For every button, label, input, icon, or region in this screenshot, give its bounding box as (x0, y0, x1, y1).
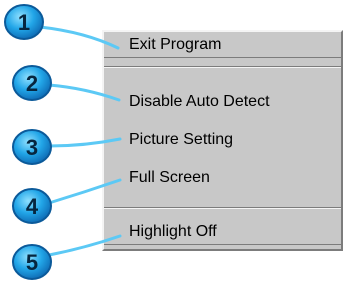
context-menu: Exit Program Disable Auto Detect Picture… (102, 30, 343, 251)
menu-item-label: Picture Setting (129, 131, 234, 148)
menu-item-highlight-off[interactable]: Highlight Off (104, 219, 341, 245)
menu-separator (104, 66, 341, 68)
menu-item-disable-auto-detect[interactable]: Disable Auto Detect (104, 89, 341, 115)
callout-badge-1: 1 (4, 4, 44, 40)
callout-number: 4 (26, 194, 39, 219)
callout-number: 3 (26, 135, 38, 160)
callout-badge-2: 2 (12, 65, 52, 101)
callout-badge-4: 4 (12, 188, 52, 224)
menu-item-full-screen[interactable]: Full Screen (104, 165, 341, 191)
callout-number: 2 (26, 71, 38, 96)
menu-item-label: Highlight Off (129, 223, 217, 240)
callout-number: 5 (26, 250, 38, 275)
menu-item-exit-program[interactable]: Exit Program (104, 32, 341, 58)
callout-badge-3: 3 (12, 129, 52, 165)
menu-separator (104, 207, 341, 209)
menu-item-picture-setting[interactable]: Picture Setting (104, 127, 341, 153)
menu-item-label: Exit Program (129, 36, 222, 53)
callout-badge-5: 5 (12, 244, 52, 280)
callout-number: 1 (18, 10, 30, 35)
menu-item-label: Disable Auto Detect (129, 93, 270, 110)
menu-item-label: Full Screen (129, 169, 210, 186)
